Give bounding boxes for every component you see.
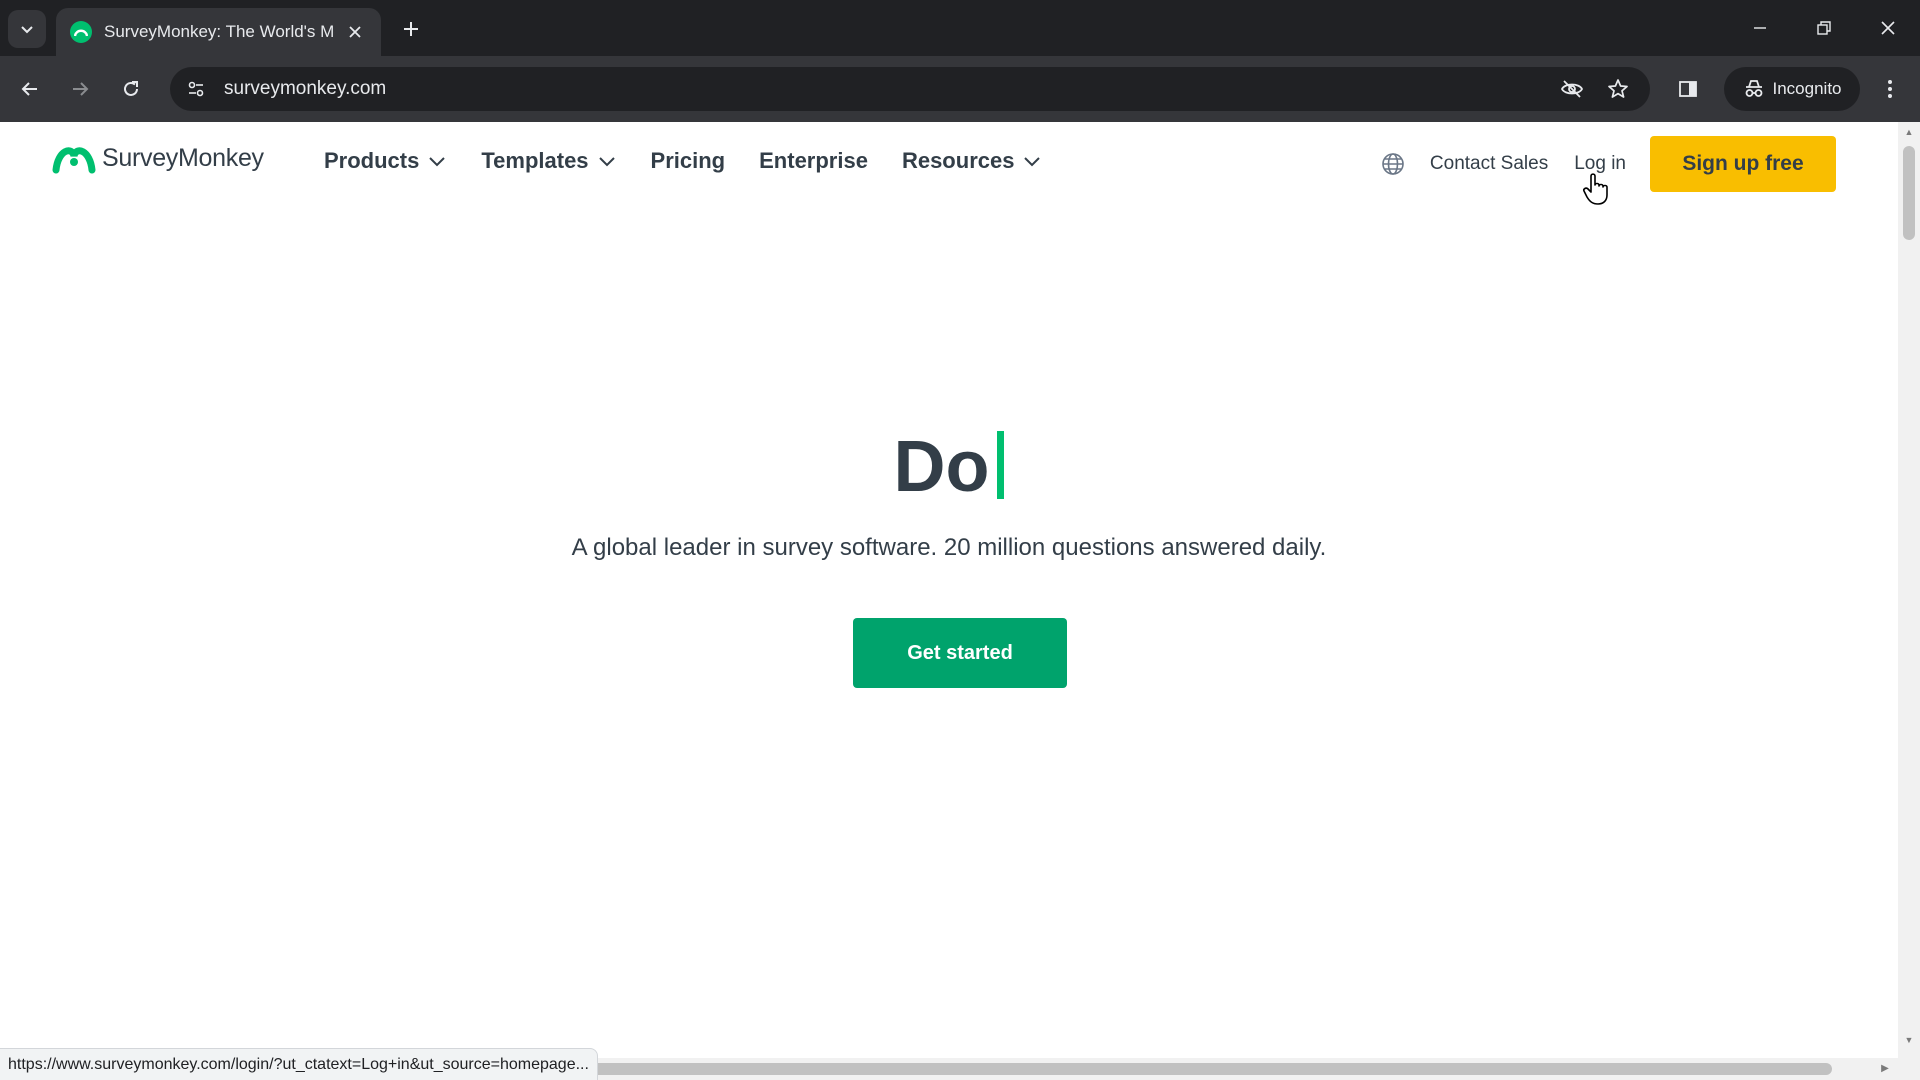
arrow-right-icon — [73, 82, 89, 96]
surveymonkey-favicon-icon — [70, 21, 92, 43]
kebab-menu-icon — [1888, 80, 1892, 98]
url-text: surveymonkey.com — [224, 78, 387, 99]
address-bar[interactable]: surveymonkey.com — [170, 67, 1650, 111]
browser-toolbar: surveymonkey.com Incognito — [0, 56, 1920, 122]
get-started-button[interactable]: Get started — [853, 618, 1067, 688]
chevron-down-icon — [598, 157, 615, 167]
new-tab-button[interactable] — [396, 14, 426, 44]
star-icon[interactable] — [1600, 71, 1636, 107]
scroll-down-arrow-icon[interactable]: ▼ — [1903, 1034, 1915, 1046]
close-icon — [1881, 21, 1895, 35]
nav-pricing-label: Pricing — [650, 148, 726, 173]
nav-enterprise-label: Enterprise — [759, 148, 868, 173]
hero-title-text: Do — [893, 427, 990, 507]
site-info-icon[interactable] — [174, 67, 218, 111]
chevron-down-icon — [429, 157, 446, 167]
reload-icon — [124, 81, 138, 96]
nav-enterprise[interactable]: Enterprise — [759, 148, 868, 174]
browser-tab-active[interactable]: SurveyMonkey: The World's Mo — [56, 8, 381, 56]
sign-up-free-button[interactable]: Sign up free — [1650, 136, 1836, 192]
chevron-down-icon — [21, 26, 33, 34]
status-bar-url: https://www.surveymonkey.com/login/?ut_c… — [0, 1048, 598, 1080]
nav-templates-label: Templates — [481, 148, 589, 173]
restore-icon — [1817, 21, 1831, 35]
side-panel-button[interactable] — [1670, 71, 1706, 107]
vertical-scrollbar[interactable]: ▲ ▼ — [1898, 122, 1920, 1058]
globe-icon[interactable] — [1380, 151, 1406, 177]
vertical-scroll-thumb[interactable] — [1903, 146, 1915, 240]
hero-title: Do — [0, 426, 1898, 508]
nav-products-label: Products — [324, 148, 420, 173]
forward-button[interactable] — [62, 71, 98, 107]
hero-subtitle: A global leader in survey software. 20 m… — [571, 534, 1327, 561]
nav-pricing[interactable]: Pricing — [651, 148, 726, 174]
incognito-badge[interactable]: Incognito — [1724, 67, 1860, 111]
contact-sales-link[interactable]: Contact Sales — [1430, 153, 1548, 175]
tab-search-button[interactable] — [8, 10, 46, 48]
chevron-down-icon — [1024, 157, 1041, 167]
browser-menu-button[interactable] — [1872, 71, 1908, 107]
incognito-label: Incognito — [1772, 79, 1842, 98]
scroll-right-arrow-icon[interactable]: ▶ — [1878, 1062, 1892, 1076]
scroll-up-arrow-icon[interactable]: ▲ — [1903, 126, 1915, 138]
hand-cursor-icon — [1583, 173, 1608, 205]
nav-products[interactable]: Products — [324, 148, 447, 174]
reload-button[interactable] — [113, 71, 149, 107]
incognito-icon — [1745, 80, 1762, 97]
browser-tab-bar: SurveyMonkey: The World's Mo — [0, 0, 1920, 56]
nav-templates[interactable]: Templates — [481, 148, 616, 174]
restore-button[interactable] — [1804, 10, 1844, 46]
plus-icon — [404, 22, 418, 36]
nav-resources[interactable]: Resources — [902, 148, 1043, 174]
arrow-left-icon — [21, 82, 37, 96]
side-panel-icon — [1679, 81, 1697, 97]
logo-text: SurveyMonkey — [102, 143, 264, 172]
tab-title: SurveyMonkey: The World's Mo — [104, 22, 335, 41]
minimize-icon — [1754, 27, 1766, 29]
main-nav: Products Templates Pricing Enterprise Re… — [324, 148, 1042, 174]
web-page: SurveyMonkey Products Templates Pricing … — [0, 122, 1898, 1058]
close-icon[interactable] — [343, 20, 367, 44]
surveymonkey-logo[interactable]: SurveyMonkey — [52, 142, 264, 174]
minimize-button[interactable] — [1740, 10, 1780, 46]
nav-resources-label: Resources — [901, 148, 1015, 173]
typing-caret — [997, 431, 1005, 499]
close-window-button[interactable] — [1868, 10, 1908, 46]
eye-off-icon[interactable] — [1554, 71, 1590, 107]
surveymonkey-logo-icon — [52, 147, 96, 174]
back-button[interactable] — [12, 71, 48, 107]
